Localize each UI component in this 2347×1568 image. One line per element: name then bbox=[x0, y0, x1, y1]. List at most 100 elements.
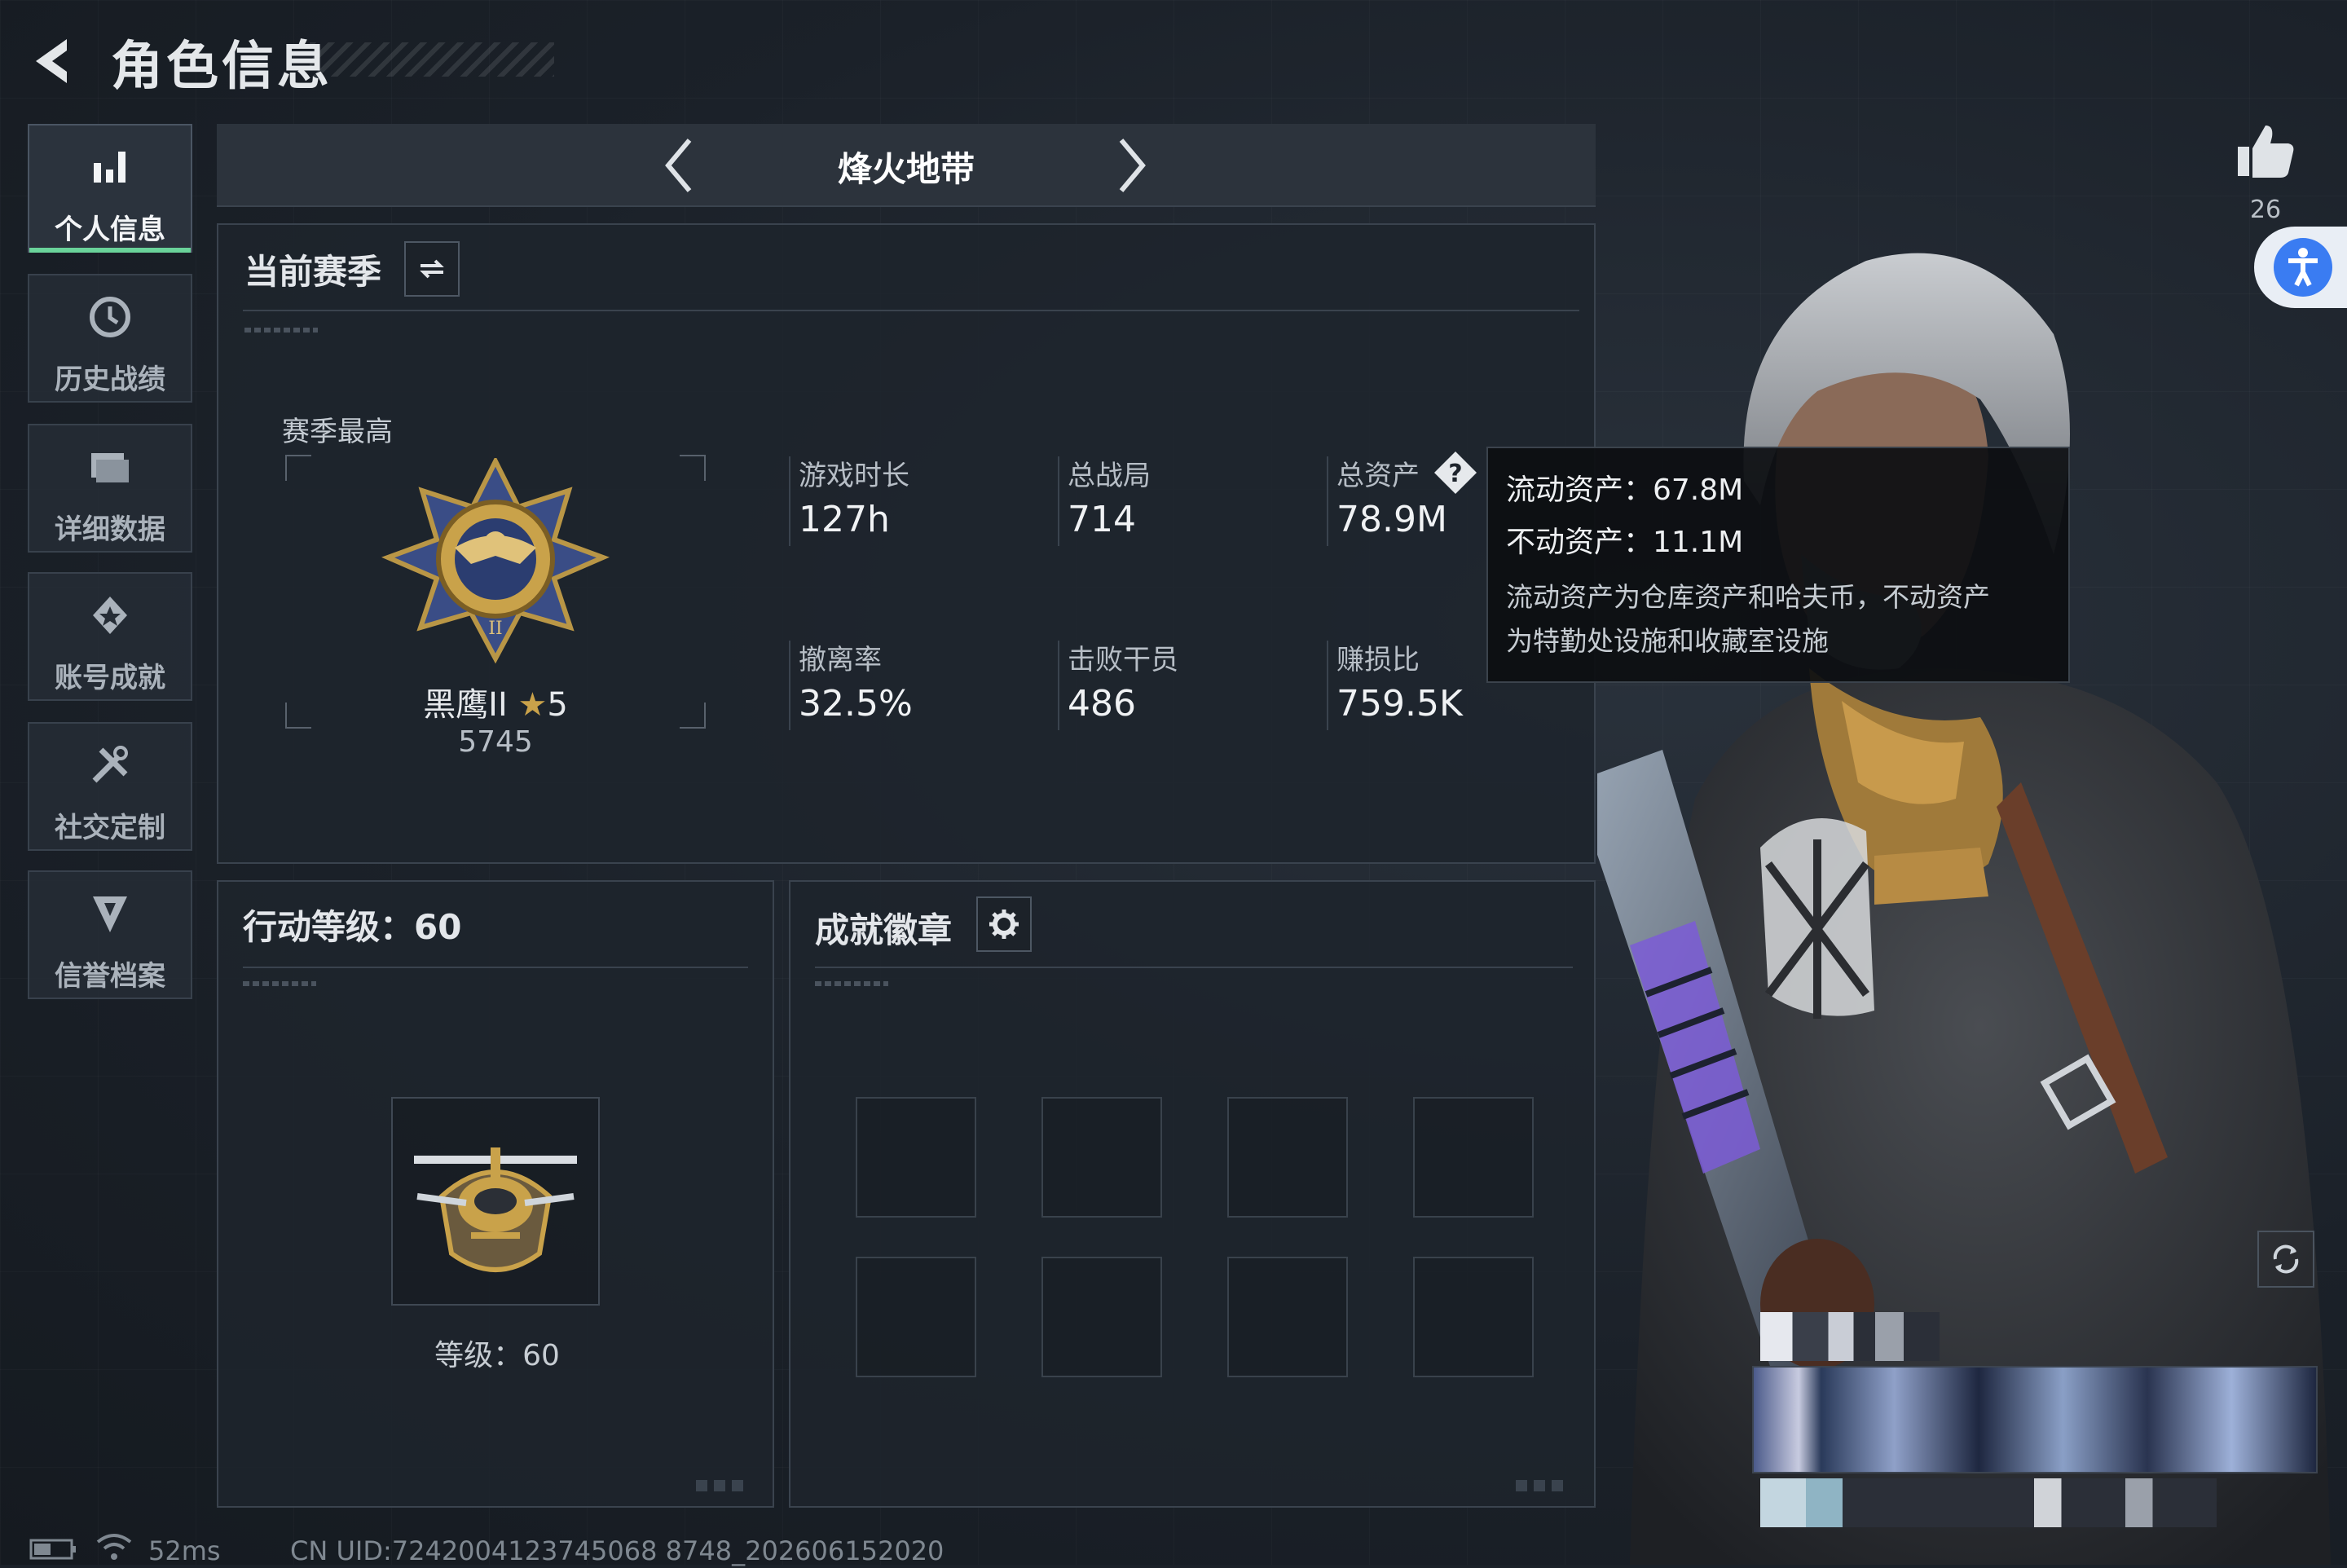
decor-bar bbox=[244, 328, 318, 333]
badge-slot[interactable] bbox=[1413, 1097, 1534, 1218]
svg-text:II: II bbox=[488, 619, 502, 639]
decor-bar bbox=[696, 1480, 745, 1491]
level-text: 等级：60 bbox=[434, 1339, 560, 1372]
stat-separator bbox=[1327, 456, 1328, 546]
stat-label: 撤离率 bbox=[799, 644, 882, 676]
star-icon: ★ bbox=[517, 686, 548, 724]
sidebar-item-social-custom[interactable]: 社交定制 bbox=[28, 722, 192, 851]
accessibility-icon bbox=[2288, 248, 2318, 287]
stat-value: 714 bbox=[1068, 499, 1136, 540]
bar-chart-icon bbox=[94, 152, 125, 183]
skin-preview-strip[interactable] bbox=[1752, 1366, 2318, 1473]
sidebar-item-detailed-data[interactable]: 详细数据 bbox=[28, 424, 192, 553]
stat-label: 总战局 bbox=[1068, 460, 1151, 492]
tools-icon bbox=[92, 746, 128, 783]
sidebar-item-label: 个人信息 bbox=[55, 214, 165, 246]
tooltip-liquid-assets: 流动资产：67.8M bbox=[1506, 473, 1744, 507]
title-decoration bbox=[310, 42, 554, 77]
stat-value: 32.5% bbox=[799, 683, 913, 725]
asset-tooltip: 流动资产：67.8M 不动资产：11.1M 流动资产为仓库资产和哈夫币，不动资产… bbox=[1486, 447, 2070, 683]
gear-icon bbox=[989, 910, 1019, 939]
stat-label: 总资产 bbox=[1336, 460, 1420, 492]
badge-slot[interactable] bbox=[856, 1257, 976, 1377]
badge-settings-button[interactable] bbox=[976, 896, 1032, 952]
stat-separator bbox=[789, 641, 790, 730]
stat-value: 759.5K bbox=[1336, 683, 1463, 725]
stat-value: 78.9M bbox=[1336, 499, 1447, 540]
season-title: 当前赛季 bbox=[244, 252, 382, 292]
rotate-character-button[interactable] bbox=[2257, 1231, 2314, 1288]
stat-label: 赚损比 bbox=[1336, 644, 1420, 676]
blurred-overlay-bottom bbox=[1760, 1478, 2217, 1527]
thumbs-up-icon[interactable] bbox=[2233, 119, 2298, 184]
season-switch-button[interactable] bbox=[404, 241, 460, 297]
badge-slot[interactable] bbox=[1041, 1257, 1162, 1377]
badge-slot[interactable] bbox=[1227, 1257, 1348, 1377]
sidebar-item-label: 社交定制 bbox=[55, 812, 165, 844]
stat-label: 击败干员 bbox=[1068, 644, 1178, 676]
shield-icon bbox=[93, 896, 127, 932]
stat-separator bbox=[789, 456, 790, 546]
like-count: 26 bbox=[2249, 196, 2282, 224]
swap-icon bbox=[420, 259, 444, 279]
rank-name-row: 黑鹰II ★5 bbox=[218, 678, 773, 725]
achievement-icon bbox=[93, 597, 127, 634]
divider bbox=[243, 310, 1579, 311]
character-model[interactable] bbox=[1573, 212, 2347, 1565]
sidebar-item-label: 信誉档案 bbox=[55, 960, 165, 993]
decor-bar bbox=[243, 981, 316, 986]
rank-stars: 5 bbox=[547, 686, 568, 724]
mode-title: 烽火地带 bbox=[837, 149, 975, 189]
badges-panel: 成就徽章 bbox=[789, 880, 1596, 1508]
rank-name: 黑鹰II bbox=[423, 686, 508, 724]
action-level-panel: 行动等级：60 等级：60 bbox=[217, 880, 774, 1508]
frame-corner bbox=[680, 455, 706, 481]
stat-separator bbox=[1058, 641, 1059, 730]
stat-value: 127h bbox=[799, 499, 890, 540]
stat-value: 486 bbox=[1068, 683, 1136, 725]
badge-slot[interactable] bbox=[856, 1097, 976, 1218]
page-title: 角色信息 bbox=[111, 37, 332, 97]
stat-separator bbox=[1327, 641, 1328, 730]
chevron-right-icon[interactable] bbox=[1105, 135, 1154, 196]
frame-corner bbox=[285, 455, 311, 481]
tooltip-fixed-assets: 不动资产：11.1M bbox=[1506, 526, 1744, 559]
season-best-label: 赛季最高 bbox=[282, 416, 393, 448]
decor-bar bbox=[815, 981, 888, 986]
badge-slot[interactable] bbox=[1413, 1257, 1534, 1377]
badge-slot[interactable] bbox=[1227, 1097, 1348, 1218]
stat-separator bbox=[1058, 456, 1059, 546]
tooltip-description-line: 为特勤处设施和收藏室设施 bbox=[1506, 625, 1829, 657]
history-icon bbox=[90, 297, 130, 337]
sidebar-item-history[interactable]: 历史战绩 bbox=[28, 274, 192, 403]
tooltip-description-line: 流动资产为仓库资产和哈夫币，不动资产 bbox=[1506, 581, 1990, 613]
ping-text: 52ms bbox=[148, 1535, 221, 1566]
level-emblem-frame bbox=[391, 1097, 600, 1306]
wifi-icon bbox=[96, 1534, 132, 1560]
mode-switcher: 烽火地带 bbox=[217, 124, 1596, 207]
divider bbox=[815, 967, 1573, 968]
blurred-overlay-top bbox=[1760, 1312, 1940, 1361]
rank-emblem-icon: II bbox=[381, 458, 610, 664]
divider bbox=[243, 967, 748, 968]
rotate-icon bbox=[2273, 1244, 2299, 1274]
svg-text:?: ? bbox=[1448, 460, 1462, 488]
folder-icon bbox=[91, 453, 129, 482]
rank-points: 5745 bbox=[458, 725, 533, 759]
decor-bar bbox=[1516, 1480, 1565, 1491]
season-panel: 当前赛季 赛季最高 II 黑鹰II ★5 5745 游戏时长 127h 总战局 … bbox=[217, 223, 1596, 864]
badges-title: 成就徽章 bbox=[815, 910, 953, 950]
stat-label: 游戏时长 bbox=[799, 460, 909, 492]
sidebar-item-label: 历史战绩 bbox=[55, 363, 165, 396]
action-level-title: 行动等级：60 bbox=[243, 907, 462, 947]
back-arrow-icon[interactable] bbox=[24, 33, 81, 90]
sidebar-item-label: 账号成就 bbox=[55, 662, 165, 694]
sidebar-item-personal-info[interactable]: 个人信息 bbox=[28, 124, 192, 253]
sidebar-item-achievements[interactable]: 账号成就 bbox=[28, 572, 192, 701]
sidebar-item-label: 详细数据 bbox=[55, 513, 165, 546]
battery-icon bbox=[29, 1539, 76, 1560]
help-icon[interactable]: ? bbox=[1431, 448, 1480, 497]
uid-text: CN UID:7242004123745068 8748_20260615202… bbox=[290, 1535, 945, 1566]
sidebar-item-reputation[interactable]: 信誉档案 bbox=[28, 870, 192, 999]
badge-slot[interactable] bbox=[1041, 1097, 1162, 1218]
